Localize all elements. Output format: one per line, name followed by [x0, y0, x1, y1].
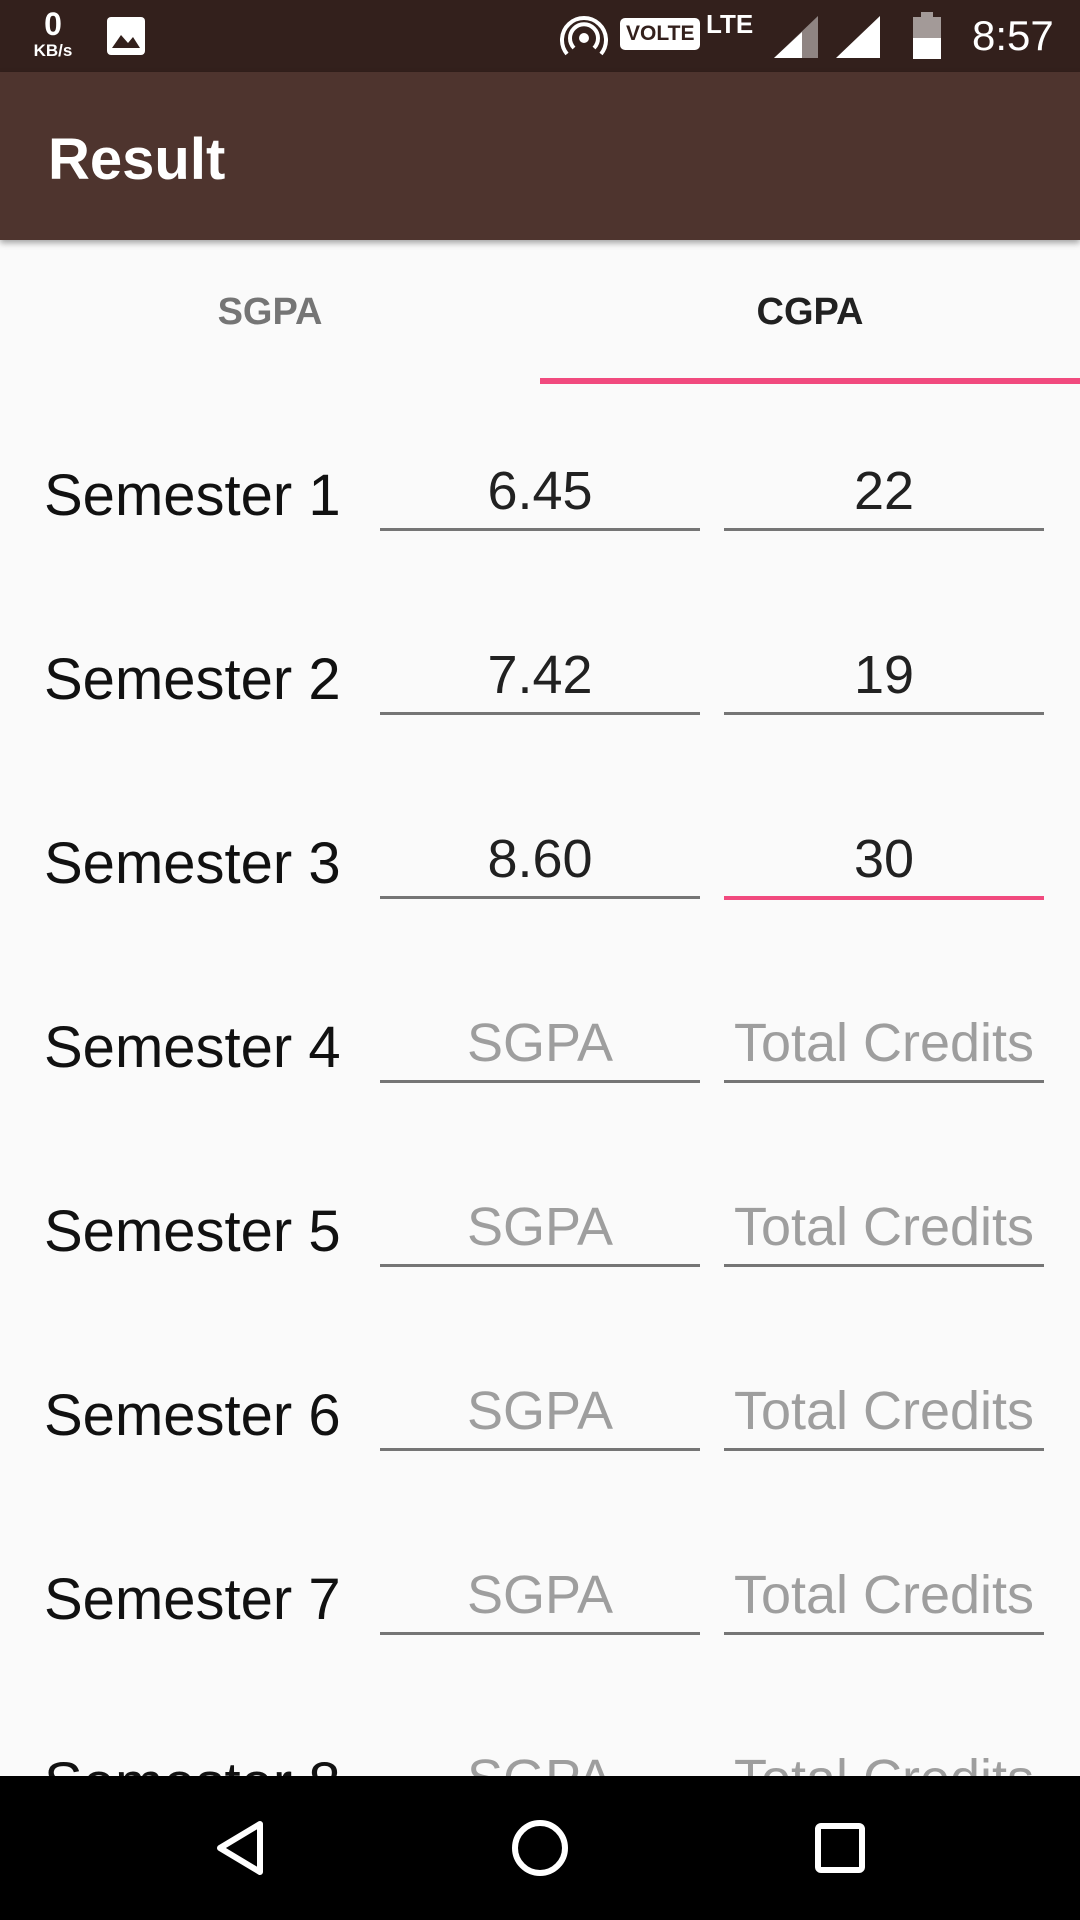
credits-input[interactable]: [724, 1558, 1044, 1635]
volte-badge: VOLTE: [620, 18, 701, 50]
back-icon[interactable]: [210, 1818, 270, 1878]
clock: 8:57: [972, 12, 1054, 59]
credits-input[interactable]: [724, 1006, 1044, 1083]
semester-row: Semester 1: [0, 384, 1080, 568]
network-speed-value: 0: [44, 6, 62, 42]
tab-sgpa[interactable]: SGPA: [0, 240, 540, 384]
recents-icon[interactable]: [810, 1818, 870, 1878]
semester-row: Semester 4: [0, 936, 1080, 1120]
navigation-bar: [0, 1776, 1080, 1920]
semester-label: Semester 3: [44, 831, 341, 896]
image-icon: [107, 17, 145, 55]
home-icon[interactable]: [510, 1818, 570, 1878]
semester-row: Semester 2: [0, 568, 1080, 752]
tab-bar: SGPA CGPA: [0, 240, 1080, 384]
semester-list[interactable]: Semester 1 Semester 2 Semester 3 Semeste…: [0, 384, 1080, 1776]
tab-cgpa[interactable]: CGPA: [540, 240, 1080, 384]
sgpa-input[interactable]: [380, 1006, 700, 1083]
sgpa-input[interactable]: [380, 822, 700, 899]
semester-label: Semester 1: [44, 463, 341, 528]
signal-icon: [836, 16, 880, 58]
semester-row: Semester 7: [0, 1488, 1080, 1672]
hotspot-icon: [560, 16, 608, 56]
sgpa-input[interactable]: [380, 638, 700, 715]
app-bar: Result: [0, 72, 1080, 240]
credits-input[interactable]: [724, 1190, 1044, 1267]
signal-icon: [774, 16, 818, 58]
credits-input[interactable]: [724, 1742, 1044, 1776]
network-speed-unit: KB/s: [33, 41, 73, 60]
sgpa-input[interactable]: [380, 1742, 700, 1776]
credits-input[interactable]: [724, 1374, 1044, 1451]
sgpa-input[interactable]: [380, 1558, 700, 1635]
semester-label: Semester 4: [44, 1015, 341, 1080]
semester-label: Semester 8: [44, 1752, 341, 1777]
sgpa-input[interactable]: [380, 454, 700, 531]
battery-icon: [913, 12, 941, 59]
semester-row: Semester 3: [0, 752, 1080, 936]
semester-label: Semester 5: [44, 1199, 341, 1264]
semester-row: Semester 8: [0, 1672, 1080, 1776]
semester-label: Semester 7: [44, 1567, 341, 1632]
status-bar: 0 KB/s VOLTE LTE 8:57: [0, 0, 1080, 72]
semester-label: Semester 2: [44, 647, 341, 712]
credits-input[interactable]: [724, 638, 1044, 715]
semester-row: Semester 6: [0, 1304, 1080, 1488]
network-speed: 0 KB/s: [30, 8, 76, 59]
semester-row: Semester 5: [0, 1120, 1080, 1304]
semester-label: Semester 6: [44, 1383, 341, 1448]
sgpa-input[interactable]: [380, 1190, 700, 1267]
page-title: Result: [48, 127, 226, 192]
credits-input[interactable]: [724, 454, 1044, 531]
lte-label: LTE: [706, 9, 754, 39]
credits-input[interactable]: [724, 822, 1044, 900]
sgpa-input[interactable]: [380, 1374, 700, 1451]
